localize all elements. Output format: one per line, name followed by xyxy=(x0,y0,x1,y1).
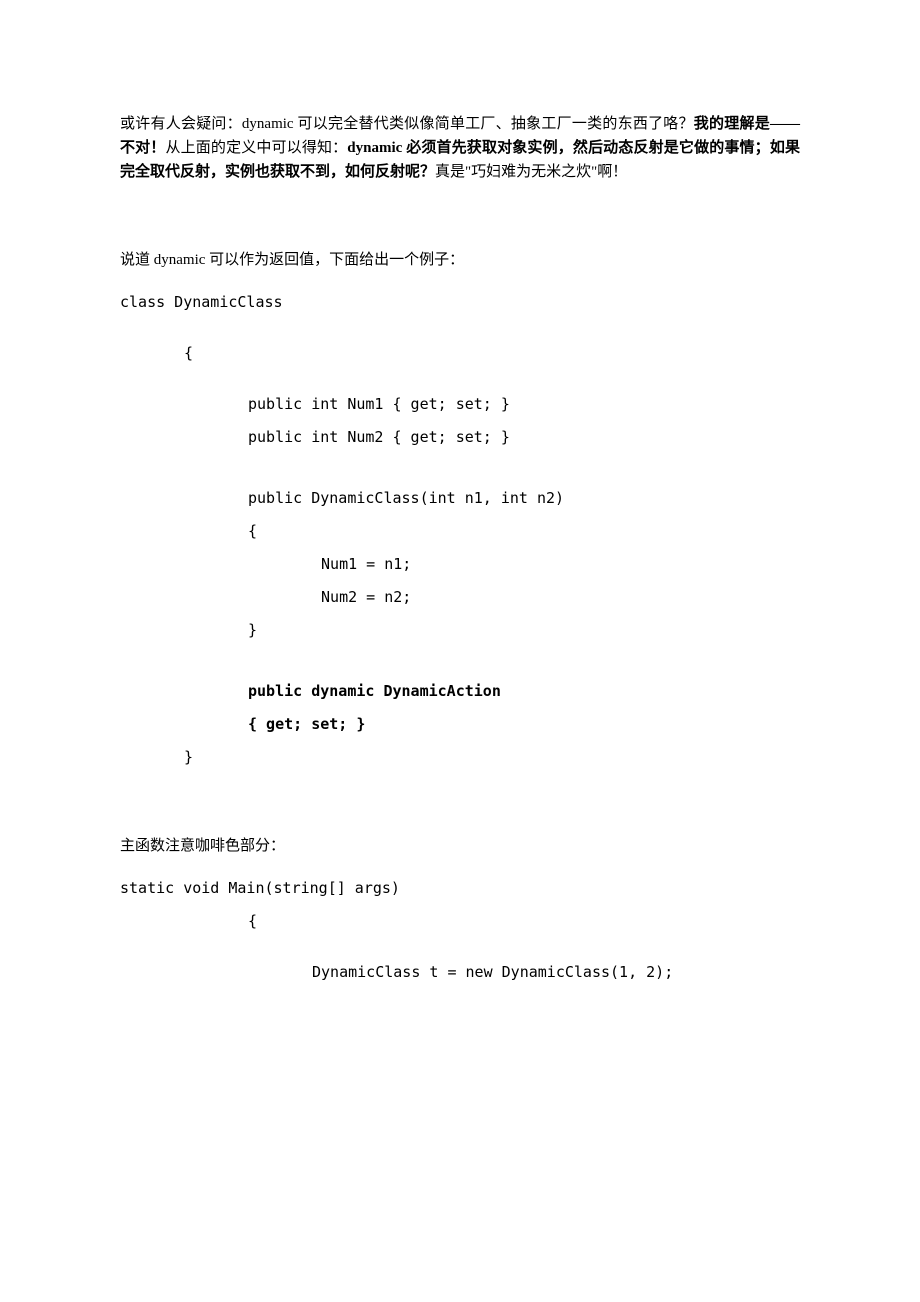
code-line-bold: { get; set; } xyxy=(120,708,800,741)
code-line: public DynamicClass(int n1, int n2) xyxy=(120,482,800,515)
para1-pre: 或许有人会疑问：dynamic 可以完全替代类似像简单工厂、抽象工厂一类的东西了… xyxy=(120,116,694,132)
code-line: DynamicClass t = new DynamicClass(1, 2); xyxy=(120,956,800,989)
code-line: static void Main(string[] args) xyxy=(120,872,800,905)
code-line-bold: public dynamic DynamicAction xyxy=(120,675,800,708)
spacer xyxy=(120,862,800,872)
code-line: Num2 = n2; xyxy=(120,581,800,614)
para1-mid1: 从上面的定义中可以得知： xyxy=(165,140,347,156)
paragraph-1: 或许有人会疑问：dynamic 可以完全替代类似像简单工厂、抽象工厂一类的东西了… xyxy=(120,112,800,184)
spacer xyxy=(120,774,800,834)
code-line: Num1 = n1; xyxy=(120,548,800,581)
spacer xyxy=(120,647,800,675)
para1-tail: 真是"巧妇难为无米之炊"啊！ xyxy=(435,164,627,180)
document-page: 或许有人会疑问：dynamic 可以完全替代类似像简单工厂、抽象工厂一类的东西了… xyxy=(0,0,920,1069)
code-line: public int Num2 { get; set; } xyxy=(120,421,800,454)
code-line: { xyxy=(120,515,800,548)
code-line: class DynamicClass xyxy=(120,286,800,319)
code-line: { xyxy=(120,905,800,938)
code-block-2: static void Main(string[] args) { Dynami… xyxy=(120,872,800,989)
code-line: { xyxy=(120,337,800,370)
paragraph-2: 说道 dynamic 可以作为返回值，下面给出一个例子： xyxy=(120,248,800,272)
code-line: } xyxy=(120,614,800,647)
code-line: public int Num1 { get; set; } xyxy=(120,388,800,421)
paragraph-3: 主函数注意咖啡色部分： xyxy=(120,834,800,858)
code-line: } xyxy=(120,741,800,774)
code-block-1: class DynamicClass { public int Num1 { g… xyxy=(120,286,800,774)
spacer xyxy=(120,188,800,248)
spacer xyxy=(120,454,800,482)
spacer xyxy=(120,276,800,286)
